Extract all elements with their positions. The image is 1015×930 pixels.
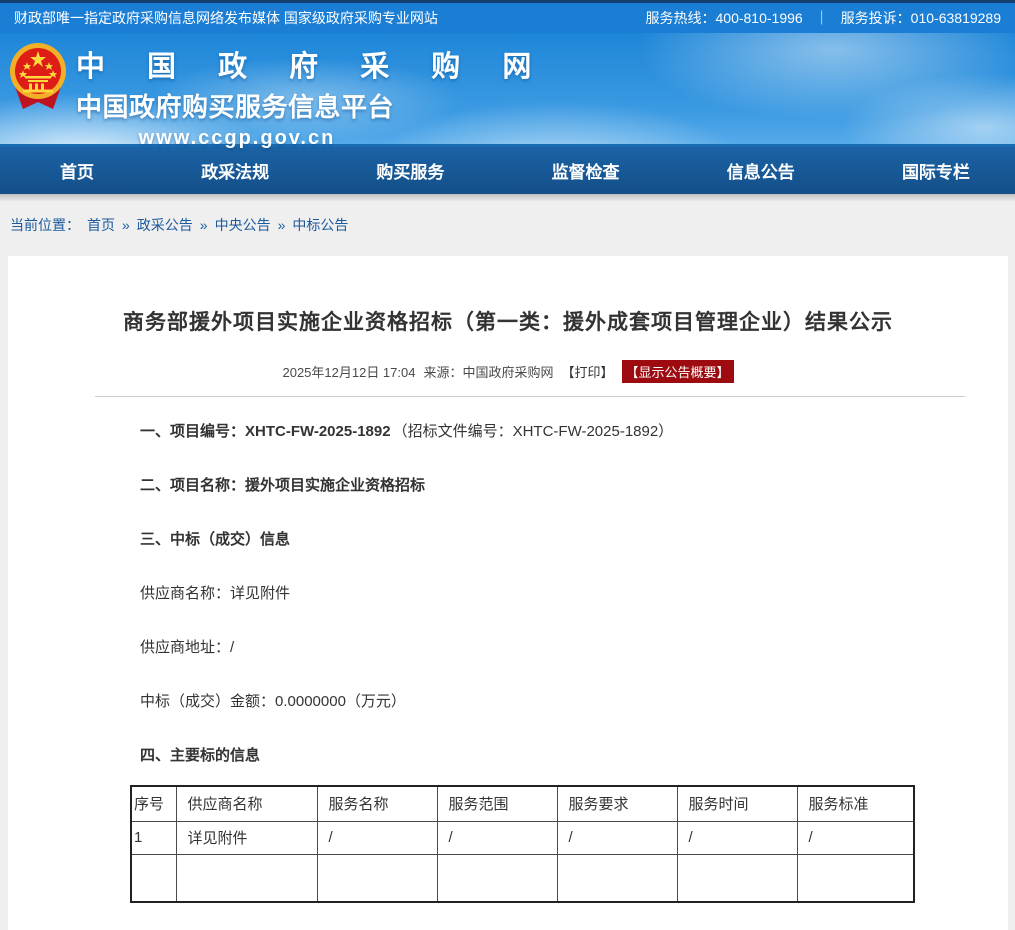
- breadcrumb-link[interactable]: 中标公告: [292, 215, 348, 235]
- nav-item-2[interactable]: 政采法规: [201, 158, 269, 183]
- table-header-row: 序号供应商名称服务名称服务范围服务要求服务时间服务标准: [131, 786, 914, 821]
- table-column-header: 服务时间: [677, 786, 797, 821]
- nav-item-3[interactable]: 购买服务: [376, 158, 444, 183]
- table-cell: [797, 854, 914, 902]
- national-emblem-icon: [8, 38, 68, 112]
- breadcrumb-separator: »: [122, 217, 130, 233]
- table-row: 1详见附件/////: [131, 821, 914, 854]
- article-panel: 商务部援外项目实施企业资格招标（第一类：援外成套项目管理企业）结果公示 2025…: [8, 256, 1008, 930]
- print-button[interactable]: 【打印】: [561, 362, 613, 381]
- site-slogan: 财政部唯一指定政府采购信息网络发布媒体 国家级政府采购专业网站: [14, 8, 438, 28]
- breadcrumb-link[interactable]: 首页: [87, 215, 115, 235]
- table-cell: /: [437, 821, 557, 854]
- breadcrumb-link[interactable]: 中央公告: [215, 215, 271, 235]
- award-info-heading: 三、中标（成交）信息: [140, 511, 1008, 565]
- table-column-header: 服务范围: [437, 786, 557, 821]
- project-number-bold: 一、项目编号：XHTC-FW-2025-1892: [140, 420, 391, 441]
- publish-datetime: 2025年12月12日 17:04: [282, 362, 415, 381]
- table-row: [131, 854, 914, 902]
- site-name: 中 国 政 府 采 购 网: [76, 43, 398, 85]
- table-cell: [317, 854, 437, 902]
- site-subtitle: 中国政府购买服务信息平台: [76, 87, 398, 124]
- table-column-header: 供应商名称: [176, 786, 317, 821]
- nav-bottom-strip: [0, 194, 1015, 202]
- nav-item-5[interactable]: 信息公告: [727, 158, 795, 183]
- service-complaint: 服务投诉：010-63819289: [841, 8, 1001, 28]
- home-logo-link[interactable]: [8, 38, 68, 112]
- table-cell: [557, 854, 677, 902]
- brand-block: 中 国 政 府 采 购 网 中国政府购买服务信息平台 www.ccgp.gov.…: [76, 43, 398, 150]
- project-number-note: （招标文件编号：XHTC-FW-2025-1892）: [393, 420, 674, 441]
- topbar-separator: ｜: [815, 8, 829, 28]
- table-cell: [131, 854, 176, 902]
- breadcrumb: 当前位置： 首页 » 政采公告 » 中央公告 » 中标公告: [0, 202, 1015, 256]
- table-column-header: 服务标准: [797, 786, 914, 821]
- table-cell: /: [317, 821, 437, 854]
- table-cell: /: [557, 821, 677, 854]
- project-number-line: 一、项目编号：XHTC-FW-2025-1892 （招标文件编号：XHTC-FW…: [140, 403, 1008, 457]
- table-column-header: 服务要求: [557, 786, 677, 821]
- table-cell: [176, 854, 317, 902]
- main-subject-heading: 四、主要标的信息: [140, 727, 1008, 781]
- top-service-bar: 财政部唯一指定政府采购信息网络发布媒体 国家级政府采购专业网站 服务热线：400…: [0, 0, 1015, 33]
- nav-item-6[interactable]: 国际专栏: [902, 158, 970, 183]
- article-body: 一、项目编号：XHTC-FW-2025-1892 （招标文件编号：XHTC-FW…: [8, 403, 1008, 781]
- breadcrumb-separator: »: [278, 217, 286, 233]
- breadcrumb-link[interactable]: 政采公告: [137, 215, 193, 235]
- article-source: 来源：中国政府采购网: [423, 362, 553, 381]
- table-column-header: 序号: [131, 786, 176, 821]
- supplier-address-line: 供应商地址：/: [140, 619, 1008, 673]
- table-cell: 详见附件: [176, 821, 317, 854]
- service-hotline: 服务热线：400-810-1996: [646, 8, 803, 28]
- breadcrumb-label: 当前位置：: [10, 215, 80, 235]
- article-meta: 2025年12月12日 17:04 来源：中国政府采购网 【打印】 【显示公告概…: [8, 360, 1008, 383]
- nav-item-1[interactable]: 首页: [60, 158, 94, 183]
- table-cell: /: [677, 821, 797, 854]
- award-result-table: 序号供应商名称服务名称服务范围服务要求服务时间服务标准 1详见附件/////: [130, 785, 915, 903]
- breadcrumb-items: 首页 » 政采公告 » 中央公告 » 中标公告: [87, 215, 348, 235]
- award-amount-line: 中标（成交）金额：0.0000000（万元）: [140, 673, 1008, 727]
- page-title: 商务部援外项目实施企业资格招标（第一类：援外成套项目管理企业）结果公示: [8, 256, 1008, 336]
- main-nav: 首页 政采法规 购买服务 监督检查 信息公告 国际专栏: [0, 147, 1015, 194]
- meta-divider: [95, 396, 965, 397]
- table-cell: 1: [131, 821, 176, 854]
- table-cell: [437, 854, 557, 902]
- site-header: 中 国 政 府 采 购 网 中国政府购买服务信息平台 www.ccgp.gov.…: [0, 33, 1015, 147]
- breadcrumb-separator: »: [200, 217, 208, 233]
- project-name-line: 二、项目名称：援外项目实施企业资格招标: [140, 457, 1008, 511]
- supplier-name-line: 供应商名称：详见附件: [140, 565, 1008, 619]
- table-cell: [677, 854, 797, 902]
- site-url: www.ccgp.gov.cn: [76, 127, 398, 150]
- nav-item-4[interactable]: 监督检查: [552, 158, 620, 183]
- table-column-header: 服务名称: [317, 786, 437, 821]
- table-cell: /: [797, 821, 914, 854]
- show-summary-button[interactable]: 【显示公告概要】: [622, 360, 734, 383]
